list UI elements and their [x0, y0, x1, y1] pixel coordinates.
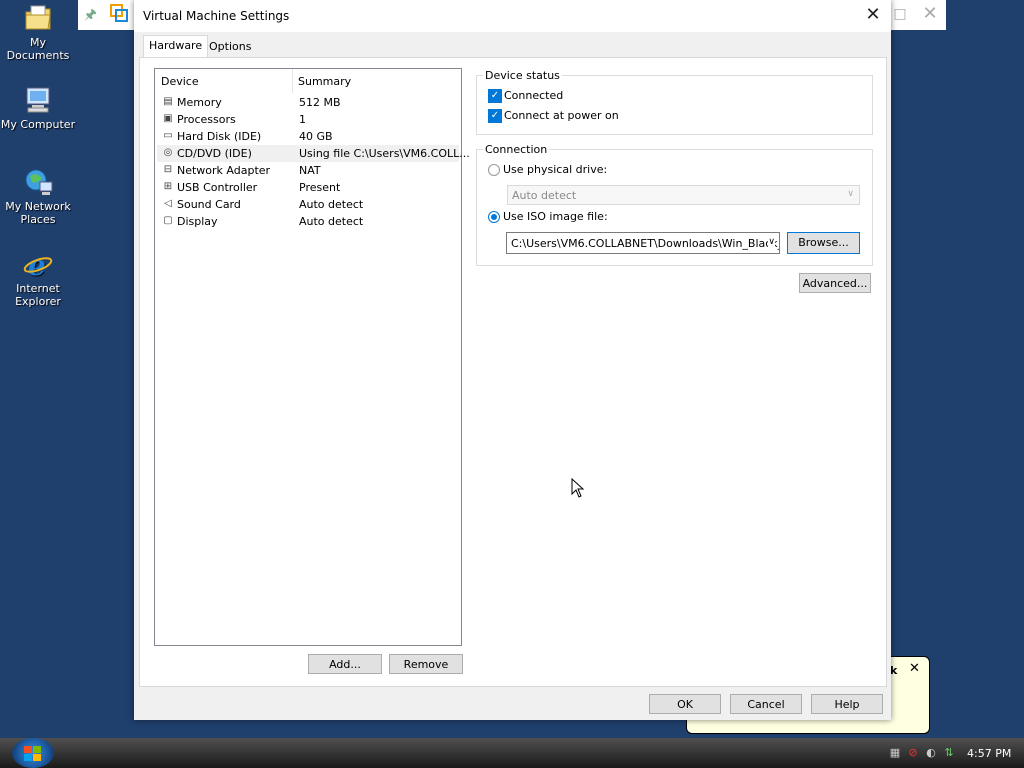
device-row-display[interactable]: ▢ Display Auto detect: [157, 213, 459, 230]
device-name: USB Controller: [177, 181, 258, 194]
desktop-icon-my-computer[interactable]: My Computer: [0, 84, 76, 131]
device-summary: Auto detect: [299, 215, 364, 228]
dialog-title: Virtual Machine Settings: [143, 9, 290, 23]
start-button[interactable]: [12, 738, 54, 768]
connect-at-power-on-label[interactable]: Connect at power on: [504, 109, 619, 122]
connected-checkbox[interactable]: ✓: [488, 89, 502, 103]
taskbar: ▦ ⊘ ◐ ⇅ 4:57 PM: [0, 738, 1024, 768]
device-name: Network Adapter: [177, 164, 271, 177]
desktop-icon-label: Internet: [16, 282, 60, 295]
physical-drive-select: Auto detect ∨: [507, 185, 860, 205]
desktop-icon-label: My Network: [5, 200, 71, 213]
mouse-cursor-icon: [571, 478, 585, 498]
computer-icon: [22, 84, 54, 116]
browse-button[interactable]: Browse...: [787, 232, 860, 254]
security-alert-icon[interactable]: ⊘: [906, 746, 920, 760]
balloon-close-icon[interactable]: ✕: [909, 661, 920, 676]
device-summary: 512 MB: [299, 96, 341, 109]
chevron-down-icon: ∨: [847, 189, 854, 199]
use-iso-image-label[interactable]: Use ISO image file:: [503, 210, 608, 223]
desktop-icon-my-network-places[interactable]: My Network Places: [0, 166, 76, 226]
device-summary: Auto detect: [299, 198, 364, 211]
pin-icon[interactable]: 🖈: [84, 4, 104, 24]
clock[interactable]: 4:57 PM: [967, 747, 1011, 760]
device-summary: 1: [299, 113, 306, 126]
network-icon[interactable]: ⇅: [942, 746, 956, 760]
hard-disk-icon: ▭: [163, 130, 173, 141]
device-summary: Using file C:\Users\VM6.COLL...: [299, 147, 470, 160]
cd-dvd-icon: ◎: [163, 147, 173, 158]
folder-documents-icon: [22, 2, 54, 34]
connection-group: Connection Use physical drive: Auto dete…: [476, 143, 873, 266]
use-physical-drive-radio[interactable]: [488, 164, 500, 176]
device-row-memory[interactable]: ▤ Memory 512 MB: [157, 94, 459, 111]
device-row-hard-disk[interactable]: ▭ Hard Disk (IDE) 40 GB: [157, 128, 459, 145]
desktop-icon-internet-explorer[interactable]: e Internet Explorer: [0, 248, 76, 308]
cancel-button[interactable]: Cancel: [730, 694, 802, 714]
volume-icon[interactable]: ◐: [924, 746, 938, 760]
balloon-title-fragment: k: [890, 664, 898, 677]
use-iso-image-radio[interactable]: [488, 211, 500, 223]
add-button[interactable]: Add...: [308, 654, 382, 674]
dialog-titlebar: Virtual Machine Settings ✕: [134, 0, 891, 32]
iso-image-path-combo[interactable]: C:\Users\VM6.COLLABNET\Downloads\Win_Bla…: [506, 232, 780, 254]
connection-label: Connection: [483, 143, 550, 156]
column-header-summary[interactable]: Summary: [298, 75, 351, 88]
speaker-icon: ◁: [164, 198, 172, 209]
device-summary: 40 GB: [299, 130, 333, 143]
virtual-machine-settings-dialog: Virtual Machine Settings ✕ Hardware Opti…: [134, 0, 891, 720]
device-status-label: Device status: [483, 69, 562, 82]
device-row-cd-dvd[interactable]: ◎ CD/DVD (IDE) Using file C:\Users\VM6.C…: [157, 145, 470, 162]
ok-button[interactable]: OK: [649, 694, 721, 714]
windows-logo-icon: [24, 746, 42, 762]
memory-icon: ▤: [163, 96, 173, 107]
vmware-icon[interactable]: [110, 4, 128, 22]
keyboard-icon[interactable]: ▦: [888, 746, 902, 760]
device-list[interactable]: Device Summary ▤ Memory 512 MB ▣ Process…: [154, 68, 470, 646]
svg-text:e: e: [28, 249, 46, 280]
hardware-panel: Device Summary ▤ Memory 512 MB ▣ Process…: [139, 57, 887, 687]
device-row-usb-controller[interactable]: ⊞ USB Controller Present: [157, 179, 459, 196]
advanced-button[interactable]: Advanced...: [799, 273, 871, 293]
device-name: Hard Disk (IDE): [177, 130, 262, 143]
internet-explorer-icon: e: [22, 248, 54, 282]
device-summary: NAT: [299, 164, 321, 177]
device-row-sound-card[interactable]: ◁ Sound Card Auto detect: [157, 196, 459, 213]
network-places-icon: [22, 166, 54, 198]
device-name: Processors: [177, 113, 236, 126]
desktop-icon-label: My Computer: [0, 118, 76, 131]
device-list-header: Device Summary: [155, 69, 461, 93]
close-icon[interactable]: ✕: [920, 4, 940, 24]
desktop-icon-label-line2: Places: [20, 213, 56, 226]
iso-image-path-value: C:\Users\VM6.COLLABNET\Downloads\Win_Bla…: [511, 237, 780, 250]
device-name: Sound Card: [177, 198, 241, 211]
remove-button[interactable]: Remove: [389, 654, 463, 674]
processor-icon: ▣: [163, 113, 173, 124]
tab-options[interactable]: Options: [204, 37, 256, 57]
device-name: CD/DVD (IDE): [177, 147, 252, 160]
network-adapter-icon: ⊟: [163, 164, 173, 175]
device-status-group: Device status ✓ Connected ✓ Connect at p…: [476, 69, 873, 135]
usb-icon: ⊞: [163, 181, 173, 192]
chevron-down-icon[interactable]: ∨: [768, 237, 775, 247]
close-icon[interactable]: ✕: [861, 4, 885, 28]
help-button[interactable]: Help: [811, 694, 883, 714]
desktop-icon-label: My Documents: [6, 36, 70, 62]
device-name: Display: [177, 215, 218, 228]
restore-icon[interactable]: □: [890, 4, 910, 24]
device-row-processors[interactable]: ▣ Processors 1: [157, 111, 459, 128]
display-icon: ▢: [163, 215, 173, 226]
column-header-device[interactable]: Device: [161, 75, 199, 88]
connected-label[interactable]: Connected: [504, 89, 563, 102]
desktop-icon-label-line2: Explorer: [15, 295, 61, 308]
device-row-network-adapter[interactable]: ⊟ Network Adapter NAT: [157, 162, 459, 179]
device-summary: Present: [299, 181, 341, 194]
tab-hardware[interactable]: Hardware: [143, 35, 209, 59]
physical-drive-value: Auto detect: [512, 189, 577, 202]
use-physical-drive-label[interactable]: Use physical drive:: [503, 163, 607, 176]
connect-at-power-on-checkbox[interactable]: ✓: [488, 109, 502, 123]
device-name: Memory: [177, 96, 222, 109]
desktop-icon-my-documents[interactable]: My Documents: [0, 2, 76, 62]
